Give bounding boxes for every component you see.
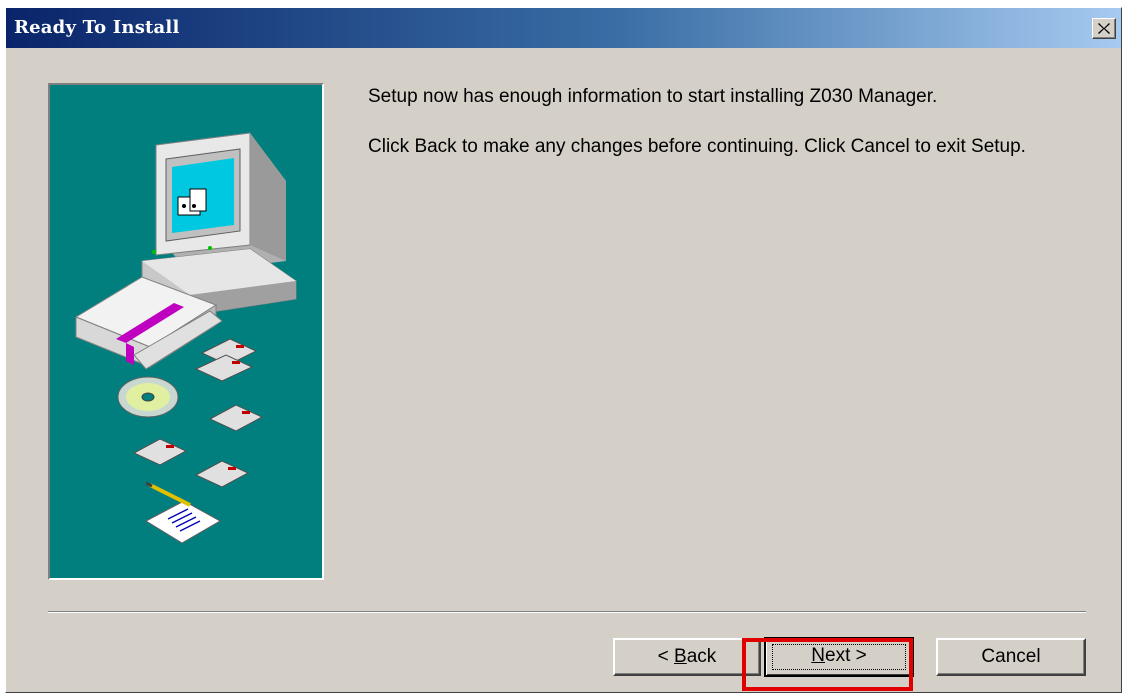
instruction-message: Click Back to make any changes before co…: [368, 136, 1026, 157]
next-button[interactable]: Next >: [764, 637, 914, 677]
back-accel: B: [674, 646, 687, 667]
next-label-rest: ext >: [825, 645, 867, 666]
cancel-button[interactable]: Cancel: [936, 638, 1086, 676]
title-bar[interactable]: Ready To Install: [6, 8, 1121, 48]
setup-dialog: Ready To Install Setup now has enough in…: [5, 7, 1122, 693]
separator: [48, 611, 1086, 613]
setup-illustration: [48, 83, 324, 580]
close-icon: [1098, 23, 1110, 34]
close-button[interactable]: [1092, 18, 1116, 39]
window-title: Ready To Install: [14, 17, 180, 38]
next-accel: N: [811, 645, 825, 666]
back-prefix: <: [657, 646, 675, 667]
info-message: Setup now has enough information to star…: [368, 86, 938, 107]
back-button[interactable]: < Back: [613, 638, 761, 676]
cancel-label: Cancel: [981, 646, 1041, 667]
back-label-rest: ack: [686, 646, 717, 667]
notepad-pencil-icon: [144, 481, 222, 544]
cd-icon: [117, 376, 179, 418]
